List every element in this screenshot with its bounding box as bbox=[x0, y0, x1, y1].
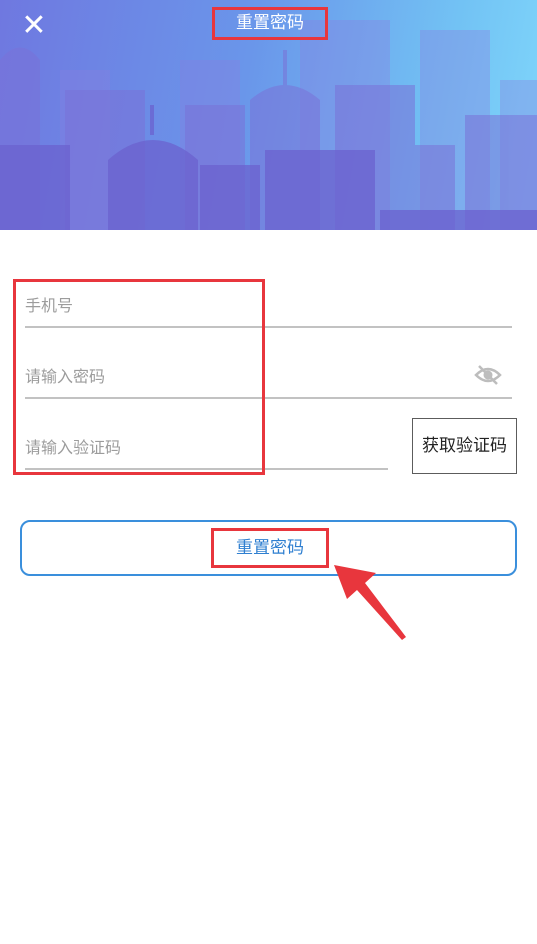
eye-off-icon[interactable] bbox=[474, 363, 502, 387]
header-banner: ✕ 重置密码 bbox=[0, 0, 537, 230]
password-input[interactable] bbox=[25, 355, 512, 397]
red-arrow-icon bbox=[334, 565, 406, 640]
verification-code-field[interactable] bbox=[25, 426, 388, 470]
verification-code-input[interactable] bbox=[25, 426, 388, 468]
reset-password-button-label[interactable]: 重置密码 bbox=[211, 528, 329, 568]
password-field[interactable] bbox=[25, 355, 512, 399]
close-button[interactable]: ✕ bbox=[18, 10, 50, 42]
page-title: 重置密码 bbox=[212, 7, 328, 40]
get-code-button[interactable]: 获取验证码 bbox=[412, 418, 517, 474]
close-icon: ✕ bbox=[21, 8, 47, 43]
phone-field[interactable] bbox=[25, 284, 512, 328]
phone-input[interactable] bbox=[25, 284, 512, 326]
